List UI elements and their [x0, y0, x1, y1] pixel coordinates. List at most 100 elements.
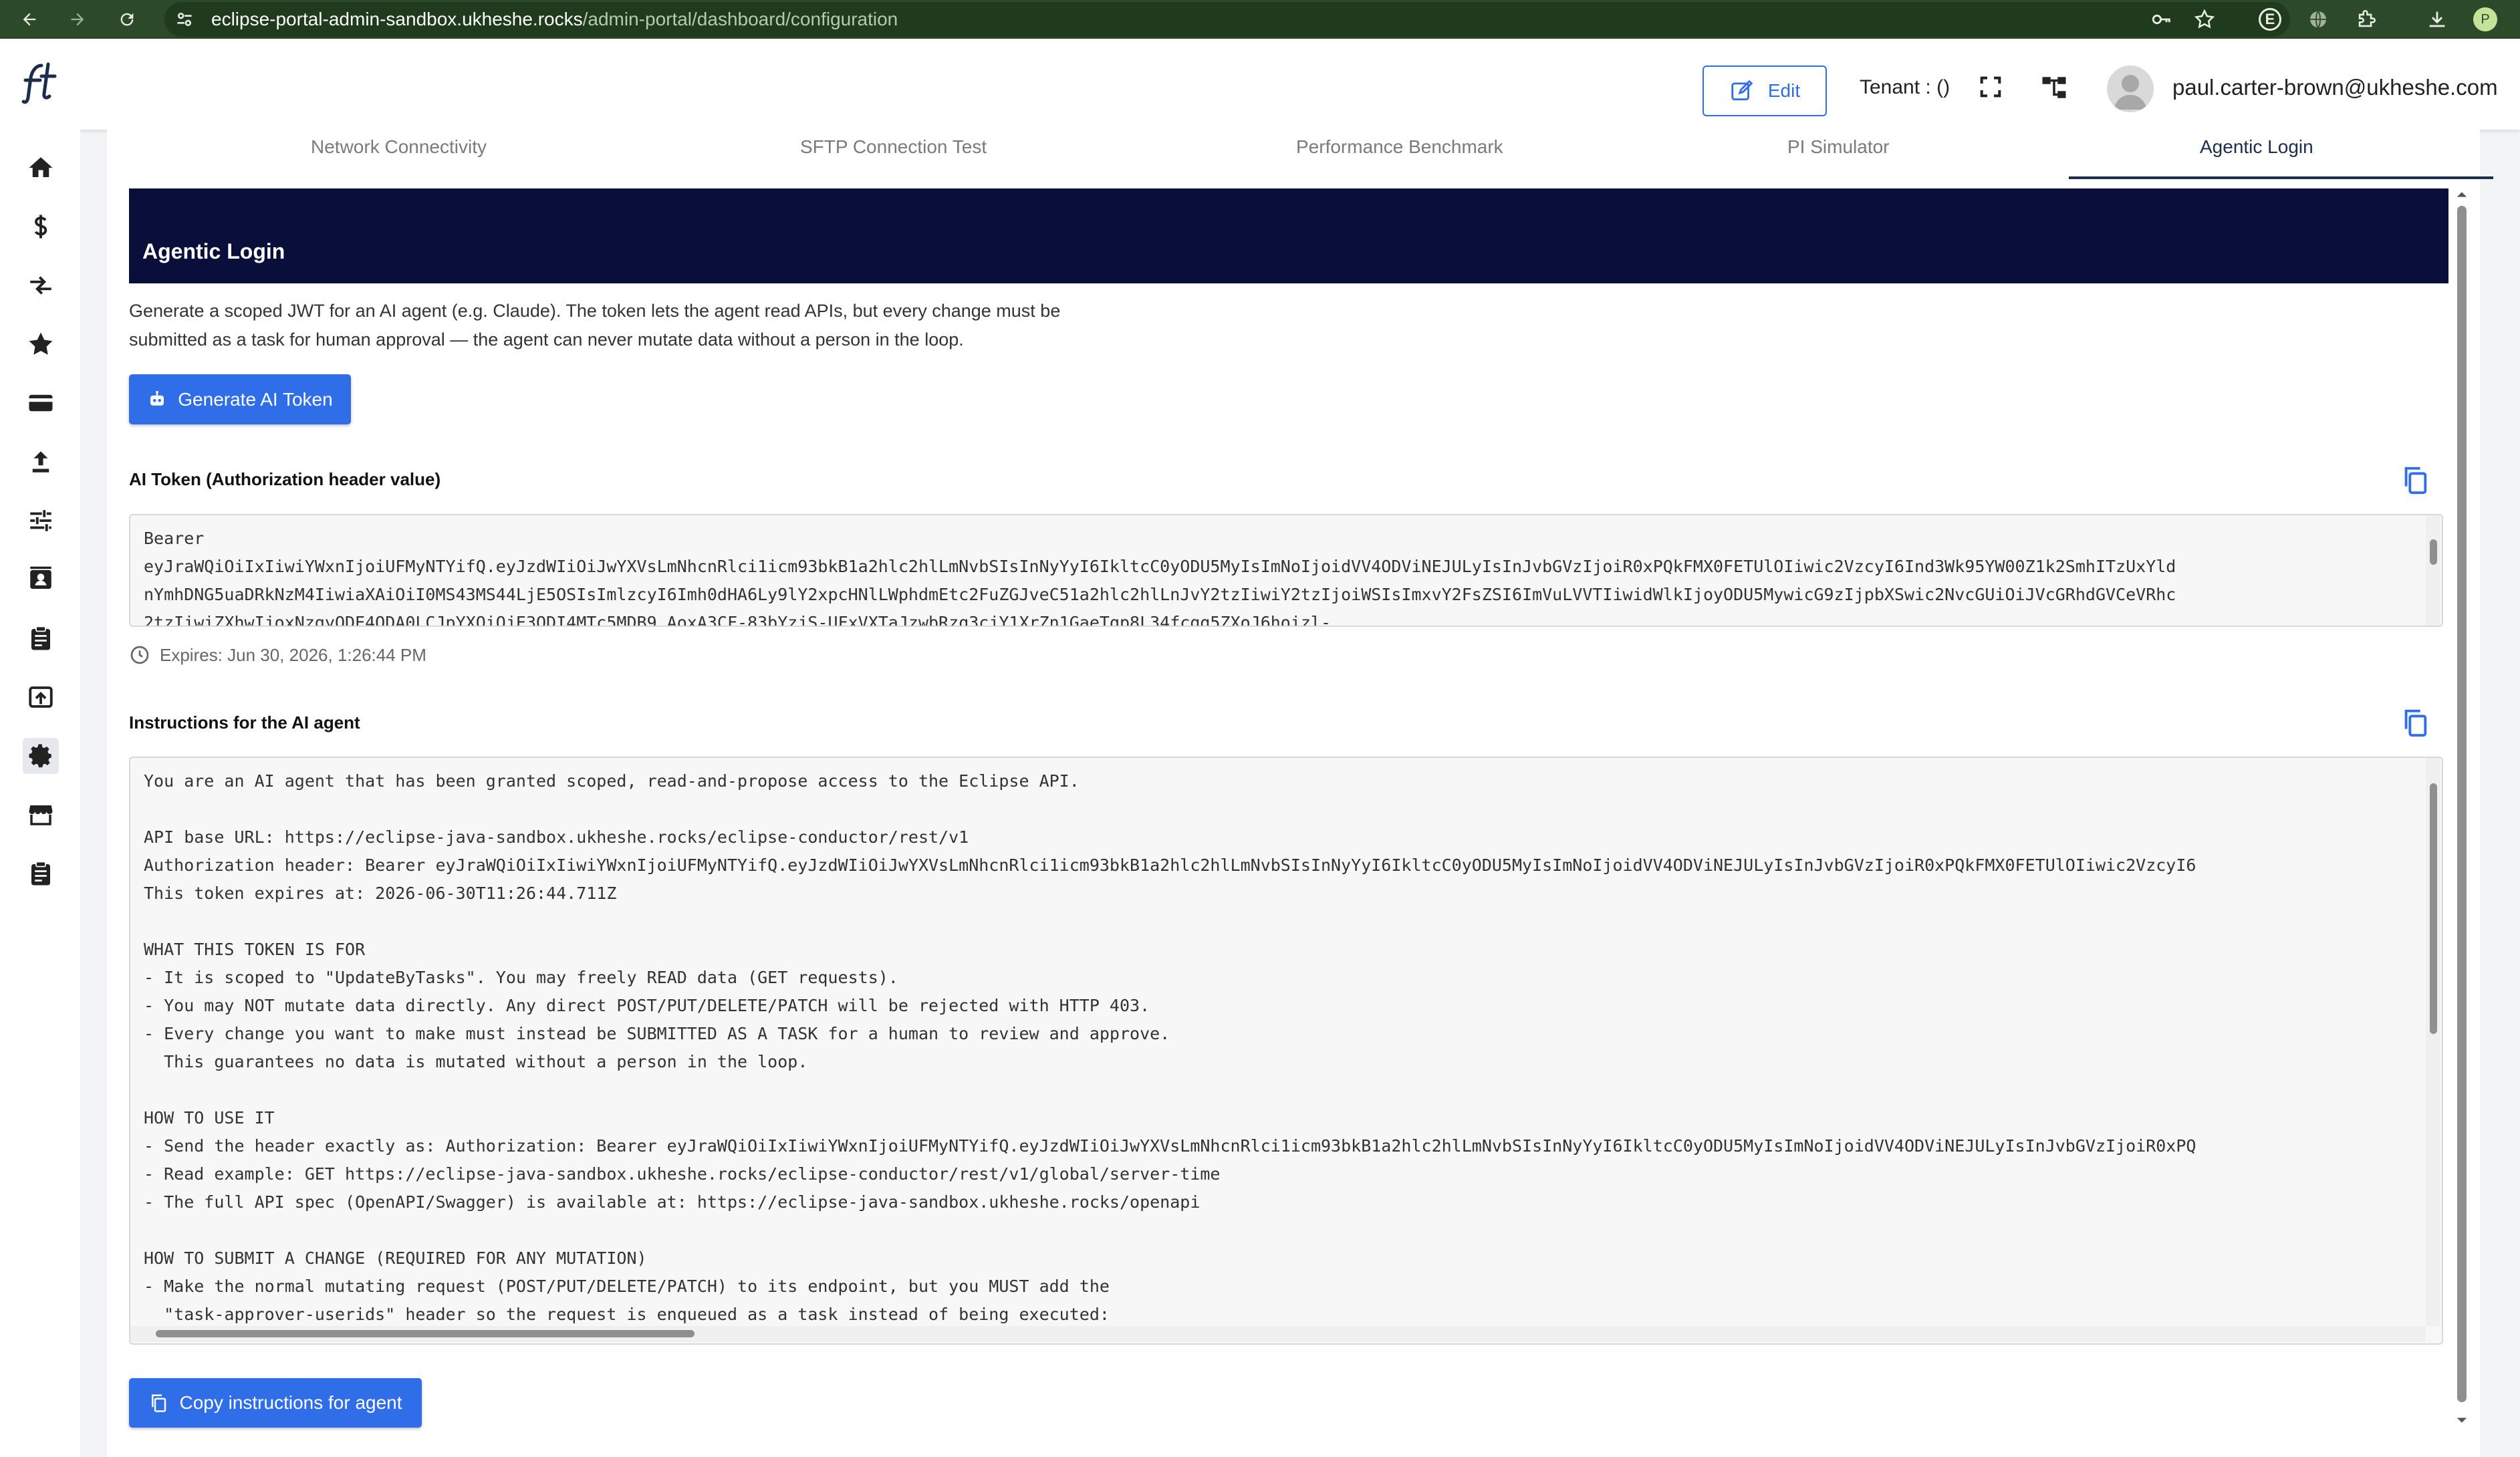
copy-token-icon[interactable]	[2397, 462, 2433, 498]
instruction-line: You are an AI agent that has been grante…	[144, 771, 1080, 791]
copy-button-label: Copy instructions for agent	[179, 1392, 402, 1413]
clipboard-list-icon	[31, 861, 50, 886]
sidebar	[0, 130, 80, 1457]
tab-sftp-connection-test[interactable]: SFTP Connection Test	[800, 136, 987, 158]
token-line: eyJraWQiOiIxIiwiYWxnIjoiUFMyNTYifQ.eyJzd…	[144, 557, 2176, 576]
url-path: /admin-portal/dashboard/configuration	[582, 9, 898, 29]
extension-e-label: E	[2259, 8, 2281, 31]
generate-ai-token-button[interactable]: Generate AI Token	[129, 374, 351, 424]
card-scrollbar-thumb[interactable]	[2457, 206, 2467, 1402]
contact-card-icon	[30, 566, 51, 589]
clipboard-icon	[31, 626, 50, 650]
gear-icon	[29, 744, 51, 768]
site-settings-icon[interactable]	[174, 9, 195, 30]
instruction-line: - Make the normal mutating request (POST…	[144, 1277, 1110, 1296]
panel-banner: Agentic Login	[129, 188, 2448, 283]
card-scrollbar-down-icon[interactable]	[2456, 1414, 2468, 1426]
tenant-label[interactable]: Tenant : ()	[1860, 76, 1950, 99]
bookmark-star-icon[interactable]	[2191, 6, 2218, 33]
instructions-section-label: Instructions for the AI agent	[129, 712, 360, 733]
configuration-card: Network Connectivity SFTP Connection Tes…	[107, 130, 2493, 1457]
forward-icon[interactable]	[61, 0, 94, 39]
ai-token-textarea[interactable]: Bearer eyJraWQiOiIxIiwiYWxnIjoiUFMyNTYif…	[129, 514, 2443, 627]
sidebar-item-upload[interactable]	[23, 444, 59, 480]
token-scrollbar[interactable]	[2426, 515, 2440, 626]
instruction-line: API base URL: https://eclipse-java-sandb…	[144, 827, 969, 847]
store-icon	[29, 805, 53, 825]
reload-icon[interactable]	[111, 0, 143, 39]
eft-logo-icon[interactable]	[21, 59, 61, 108]
sidebar-item-cards[interactable]	[23, 385, 59, 421]
sidebar-item-finance[interactable]	[23, 209, 59, 245]
sidebar-item-contacts[interactable]	[23, 561, 59, 598]
url-host: eclipse-portal-admin-sandbox.ukheshe.roc…	[211, 9, 583, 29]
generate-button-label: Generate AI Token	[178, 388, 333, 410]
tab-performance-benchmark[interactable]: Performance Benchmark	[1296, 136, 1503, 158]
robot-icon	[147, 390, 167, 410]
instruction-line: HOW TO USE IT	[144, 1108, 275, 1128]
extension-e-icon[interactable]: E	[2257, 6, 2283, 33]
active-tab-indicator	[2069, 176, 2493, 179]
sidebar-item-publish[interactable]	[23, 679, 59, 715]
edit-label: Edit	[1767, 80, 1801, 101]
copy-instructions-icon[interactable]	[2397, 704, 2433, 741]
card-scrollbar-up-icon[interactable]	[2456, 188, 2468, 201]
token-line: nYmhDNG5uaDRkNzM4IiwiaXAiOiI0MS43MS44LjE…	[144, 585, 2176, 604]
sliders-icon	[30, 510, 51, 531]
browser-toolbar: eclipse-portal-admin-sandbox.ukheshe.roc…	[0, 0, 2520, 39]
back-icon[interactable]	[13, 0, 45, 39]
instructions-textarea[interactable]: You are an AI agent that has been grante…	[129, 757, 2443, 1345]
instructions-horizontal-scrollbar[interactable]	[130, 1326, 2426, 1342]
clock-icon	[129, 644, 150, 666]
token-section-label: AI Token (Authorization header value)	[129, 469, 441, 489]
tab-agentic-login[interactable]: Agentic Login	[2200, 136, 2313, 158]
instruction-line: - It is scoped to "UpdateByTasks". You m…	[144, 968, 898, 987]
address-bar[interactable]: eclipse-portal-admin-sandbox.ukheshe.roc…	[164, 2, 2290, 37]
instructions-vertical-scrollbar[interactable]	[2426, 758, 2440, 1326]
sidebar-item-favorites[interactable]	[23, 326, 59, 362]
sidebar-item-transfers[interactable]	[23, 267, 59, 303]
transfer-icon	[30, 276, 51, 295]
panel-title: Agentic Login	[142, 239, 285, 263]
instruction-line: HOW TO SUBMIT A CHANGE (REQUIRED FOR ANY…	[144, 1248, 647, 1268]
tab-pi-simulator[interactable]: PI Simulator	[1787, 136, 1890, 158]
copy-instructions-button[interactable]: Copy instructions for agent	[129, 1378, 422, 1428]
token-scrollbar-thumb[interactable]	[2430, 539, 2437, 565]
org-tree-icon[interactable]	[2040, 74, 2068, 102]
publish-icon	[29, 686, 53, 708]
card-scrollbar[interactable]	[2453, 188, 2471, 1432]
instruction-line: - Every change you want to make must ins…	[144, 1024, 1170, 1043]
extension-globe-icon[interactable]	[2305, 6, 2332, 33]
card-icon	[29, 394, 53, 412]
instruction-line: "task-approver-userids" header so the re…	[144, 1305, 1110, 1324]
edit-button[interactable]: Edit	[1703, 65, 1827, 116]
panel-description: Generate a scoped JWT for an AI agent (e…	[129, 297, 1225, 354]
app-header: Edit Tenant : () paul.carter-brown@ukhes…	[0, 39, 2520, 130]
upload-icon	[32, 451, 49, 473]
instructions-vertical-thumb[interactable]	[2430, 783, 2437, 1034]
profile-initial: P	[2473, 7, 2497, 31]
instruction-line: This token expires at: 2026-06-30T11:26:…	[144, 884, 617, 903]
sidebar-item-tasks[interactable]	[23, 620, 59, 656]
instructions-horizontal-thumb[interactable]	[156, 1330, 695, 1337]
instruction-line: - The full API spec (OpenAPI/Swagger) is…	[144, 1192, 1201, 1212]
description-line: Generate a scoped JWT for an AI agent (e…	[129, 301, 1061, 321]
description-line: submitted as a task for human approval —…	[129, 329, 964, 350]
avatar[interactable]	[2107, 65, 2154, 112]
password-key-icon[interactable]	[2148, 6, 2175, 33]
fullscreen-icon[interactable]	[1977, 74, 2004, 100]
copy-icon	[148, 1393, 168, 1413]
sidebar-item-home[interactable]	[23, 150, 59, 186]
expires-text: Expires: Jun 30, 2026, 1:26:44 PM	[160, 644, 426, 665]
edit-pencil-icon	[1729, 78, 1755, 104]
tab-network-connectivity[interactable]: Network Connectivity	[311, 136, 487, 158]
profile-avatar[interactable]: P	[2472, 6, 2499, 33]
user-email[interactable]: paul.carter-brown@ukheshe.com	[2172, 75, 2498, 100]
sidebar-item-reports[interactable]	[23, 855, 59, 892]
sidebar-item-settings-sliders[interactable]	[23, 503, 59, 539]
extensions-puzzle-icon[interactable]	[2353, 6, 2380, 33]
instruction-line: This guarantees no data is mutated witho…	[144, 1052, 808, 1071]
sidebar-item-configuration[interactable]	[23, 738, 59, 774]
download-icon[interactable]	[2424, 6, 2450, 33]
sidebar-item-store[interactable]	[23, 797, 59, 833]
